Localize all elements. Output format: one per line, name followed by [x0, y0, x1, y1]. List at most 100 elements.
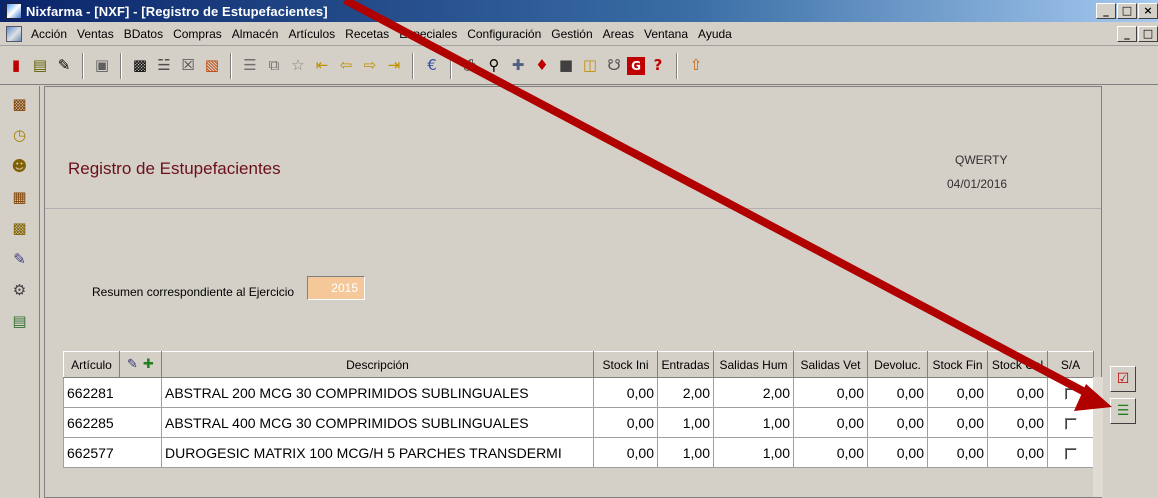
- next-icon[interactable]: ⇨: [359, 55, 381, 77]
- add-line-icon[interactable]: ☰: [1110, 398, 1136, 424]
- cell-salidas-vet[interactable]: 0,00: [793, 407, 868, 438]
- table-row[interactable]: 662285 ABSTRAL 400 MCG 30 COMPRIMIDOS SU…: [63, 407, 1094, 438]
- shop-icon[interactable]: ▦: [8, 185, 32, 209]
- menu-bdatos[interactable]: BDatos: [119, 27, 168, 41]
- menu-areas[interactable]: Areas: [598, 27, 639, 41]
- checklist-icon[interactable]: ☑: [1110, 366, 1136, 392]
- cell-devoluc[interactable]: 0,00: [867, 377, 928, 408]
- col-stock-cal[interactable]: Stock Cal: [987, 351, 1048, 378]
- cell-descripcion[interactable]: ABSTRAL 400 MCG 30 COMPRIMIDOS SUBLINGUA…: [161, 407, 594, 438]
- menu-almacen[interactable]: Almacén: [227, 27, 284, 41]
- sales-icon[interactable]: ▩: [8, 92, 32, 116]
- menu-ventas[interactable]: Ventas: [72, 27, 119, 41]
- cell-stock-ini[interactable]: 0,00: [593, 437, 658, 468]
- cell-entradas[interactable]: 1,00: [657, 437, 714, 468]
- cell-articulo[interactable]: 662281: [63, 377, 162, 408]
- cell-stock-cal[interactable]: 0,00: [987, 377, 1048, 408]
- boxes-icon[interactable]: ▩: [8, 216, 32, 240]
- pen-icon[interactable]: ✎: [8, 247, 32, 271]
- col-sa[interactable]: S/A: [1047, 351, 1094, 378]
- minimize-button[interactable]: _: [1096, 3, 1116, 19]
- col-stock-fin[interactable]: Stock Fin: [927, 351, 988, 378]
- sa-checkbox[interactable]: [1064, 387, 1077, 400]
- search-icon[interactable]: ▩: [129, 55, 151, 77]
- cell-stock-cal[interactable]: 0,00: [987, 407, 1048, 438]
- mdi-window-icon[interactable]: [6, 25, 22, 42]
- delete-icon[interactable]: ☒: [177, 55, 199, 77]
- cart-icon[interactable]: ♦: [531, 55, 553, 77]
- medic-icon[interactable]: ✚: [507, 55, 529, 77]
- menu-recetas[interactable]: Recetas: [340, 27, 394, 41]
- edit-icon[interactable]: ✎: [53, 55, 75, 77]
- cell-articulo[interactable]: 662577: [63, 437, 162, 468]
- list-icon[interactable]: ☰: [239, 55, 261, 77]
- cell-stock-cal[interactable]: 0,00: [987, 437, 1048, 468]
- cell-stock-ini[interactable]: 0,00: [593, 407, 658, 438]
- cell-articulo[interactable]: 662285: [63, 407, 162, 438]
- menu-especiales[interactable]: Especiales: [394, 27, 462, 41]
- first-icon[interactable]: ⇤: [311, 55, 333, 77]
- star-icon[interactable]: ☆: [287, 55, 309, 77]
- cell-entradas[interactable]: 2,00: [657, 377, 714, 408]
- add-pencil-icon[interactable]: ✚: [141, 357, 157, 373]
- euro-icon[interactable]: €: [421, 55, 443, 77]
- cell-devoluc[interactable]: 0,00: [867, 407, 928, 438]
- exit-icon[interactable]: ▮: [5, 55, 27, 77]
- help-icon[interactable]: ?: [647, 55, 669, 77]
- cell-descripcion[interactable]: ABSTRAL 200 MCG 30 COMPRIMIDOS SUBLINGUA…: [161, 377, 594, 408]
- basket-icon[interactable]: ☋: [603, 55, 625, 77]
- upload-icon[interactable]: ⇧: [685, 55, 707, 77]
- block-icon[interactable]: ■: [555, 55, 577, 77]
- col-devoluc[interactable]: Devoluc.: [867, 351, 928, 378]
- cell-entradas[interactable]: 1,00: [657, 407, 714, 438]
- cell-stock-ini[interactable]: 0,00: [593, 377, 658, 408]
- col-descripcion[interactable]: Descripción: [161, 351, 594, 378]
- cell-stock-fin[interactable]: 0,00: [927, 377, 988, 408]
- mdi-minimize-button[interactable]: _: [1117, 26, 1137, 42]
- last-icon[interactable]: ⇥: [383, 55, 405, 77]
- print-icon[interactable]: ☱: [153, 55, 175, 77]
- copy-icon[interactable]: ⧉: [263, 55, 285, 77]
- g-icon[interactable]: G: [627, 56, 645, 75]
- menu-accion[interactable]: Acción: [26, 27, 72, 41]
- menu-compras[interactable]: Compras: [168, 27, 227, 41]
- col-articulo[interactable]: Artículo: [63, 351, 120, 378]
- table-row[interactable]: 662281 ABSTRAL 200 MCG 30 COMPRIMIDOS SU…: [63, 377, 1094, 408]
- table-row[interactable]: 662577 DUROGESIC MATRIX 100 MCG/H 5 PARC…: [63, 437, 1094, 468]
- close-button[interactable]: ×: [1138, 3, 1158, 19]
- menu-ayuda[interactable]: Ayuda: [693, 27, 737, 41]
- menu-configuracion[interactable]: Configuración: [462, 27, 546, 41]
- col-entradas[interactable]: Entradas: [657, 351, 714, 378]
- edit-pencil-icon[interactable]: ✎: [125, 357, 141, 373]
- cell-devoluc[interactable]: 0,00: [867, 437, 928, 468]
- sa-checkbox[interactable]: [1064, 417, 1077, 430]
- cell-descripcion[interactable]: DUROGESIC MATRIX 100 MCG/H 5 PARCHES TRA…: [161, 437, 594, 468]
- preview-icon[interactable]: ⚲: [483, 55, 505, 77]
- col-stock-ini[interactable]: Stock Ini: [593, 351, 658, 378]
- col-salidas-hum[interactable]: Salidas Hum: [713, 351, 794, 378]
- maximize-button[interactable]: □: [1117, 3, 1137, 19]
- printer-icon[interactable]: ⎙: [459, 55, 481, 77]
- calendar-icon[interactable]: ▣: [91, 55, 113, 77]
- monitor-icon[interactable]: ◫: [579, 55, 601, 77]
- cell-stock-fin[interactable]: 0,00: [927, 407, 988, 438]
- col-salidas-vet[interactable]: Salidas Vet: [793, 351, 868, 378]
- cell-stock-fin[interactable]: 0,00: [927, 437, 988, 468]
- grid-scrollbar[interactable]: [1093, 377, 1103, 497]
- notes-icon[interactable]: ▤: [29, 55, 51, 77]
- cell-salidas-vet[interactable]: 0,00: [793, 437, 868, 468]
- ejercicio-field[interactable]: 2015: [307, 276, 365, 300]
- cell-salidas-vet[interactable]: 0,00: [793, 377, 868, 408]
- mdi-restore-button[interactable]: □: [1138, 26, 1158, 42]
- people-icon[interactable]: ⚙: [8, 278, 32, 302]
- sa-checkbox[interactable]: [1064, 447, 1077, 460]
- cell-salidas-hum[interactable]: 1,00: [713, 437, 794, 468]
- menu-gestion[interactable]: Gestión: [546, 27, 597, 41]
- user-icon[interactable]: ☻: [8, 154, 32, 178]
- menu-ventana[interactable]: Ventana: [639, 27, 693, 41]
- menu-articulos[interactable]: Artículos: [283, 27, 340, 41]
- cell-salidas-hum[interactable]: 1,00: [713, 407, 794, 438]
- document-icon[interactable]: ▤: [8, 309, 32, 333]
- filter-icon[interactable]: ▧: [201, 55, 223, 77]
- clock-icon[interactable]: ◷: [8, 123, 32, 147]
